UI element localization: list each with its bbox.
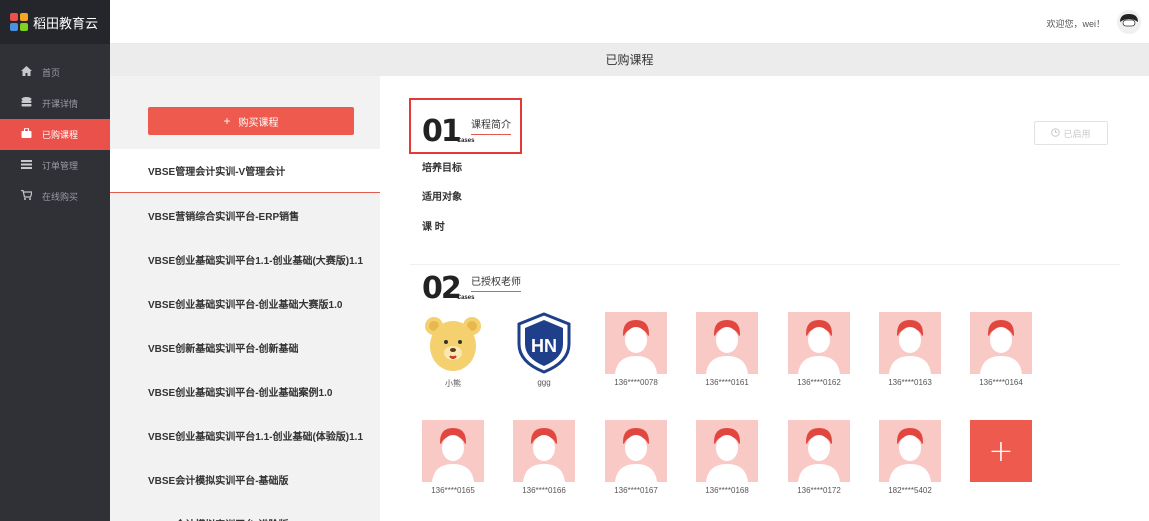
sidebar-item-label: 开课详情 bbox=[42, 99, 79, 109]
sidebar-item-label: 首页 bbox=[42, 68, 61, 78]
section-title-authorized-teachers: 已授权老师 bbox=[471, 273, 521, 292]
default-avatar-icon bbox=[788, 312, 850, 374]
teacher-name: 182****5402 bbox=[888, 486, 932, 495]
sidebar: 稻田教育云 首页 开课详情 已购课程 订单管理 在线购买 bbox=[0, 0, 110, 521]
plus-icon: + bbox=[223, 114, 231, 128]
buy-course-label: 购买课程 bbox=[238, 117, 279, 129]
course-item[interactable]: VBSE营销综合实训平台-ERP销售 bbox=[110, 193, 380, 237]
user-avatar[interactable] bbox=[1117, 10, 1141, 34]
sidebar-item-online-purchase[interactable]: 在线购买 bbox=[0, 181, 110, 212]
enabled-label: 已启用 bbox=[1063, 128, 1091, 139]
default-avatar-icon bbox=[422, 420, 484, 482]
teacher-card[interactable]: 136****0163 bbox=[879, 312, 941, 387]
course-item[interactable]: VBSE管理会计实训-V管理会计 bbox=[110, 149, 380, 193]
default-avatar-icon bbox=[696, 420, 758, 482]
default-avatar-icon bbox=[879, 420, 941, 482]
sidebar-item-course-details[interactable]: 开课详情 bbox=[0, 88, 110, 119]
university-logo-icon: HN bbox=[513, 312, 575, 374]
teacher-card[interactable]: 136****0162 bbox=[788, 312, 850, 387]
course-list-panel: + 购买课程 VBSE管理会计实训-V管理会计 VBSE营销综合实训平台-ERP… bbox=[110, 76, 380, 521]
teacher-name: 136****0167 bbox=[614, 486, 658, 495]
teacher-name: 136****0161 bbox=[705, 378, 749, 387]
teacher-card[interactable]: 136****0078 bbox=[605, 312, 667, 387]
teacher-card[interactable]: HN ggg bbox=[513, 312, 575, 387]
sidebar-item-label: 在线购买 bbox=[42, 192, 79, 202]
teacher-card[interactable]: 136****0161 bbox=[696, 312, 758, 387]
course-item[interactable]: VBSE会计模拟实训平台-进阶版 bbox=[110, 501, 380, 521]
teacher-name: 136****0078 bbox=[614, 378, 658, 387]
default-avatar-icon bbox=[970, 312, 1032, 374]
course-item[interactable]: VBSE会计模拟实训平台-基础版 bbox=[110, 457, 380, 501]
teacher-card[interactable]: 136****0166 bbox=[513, 420, 575, 495]
welcome-text: 欢迎您，wei！ bbox=[1046, 19, 1105, 29]
sidebar-item-order-management[interactable]: 订单管理 bbox=[0, 150, 110, 181]
teacher-name: 小熊 bbox=[445, 379, 461, 388]
sidebar-item-label: 已购课程 bbox=[42, 130, 79, 140]
label-training-goal: 培养目标 bbox=[422, 163, 462, 174]
default-avatar-icon bbox=[879, 312, 941, 374]
course-item[interactable]: VBSE创业基础实训平台1.1-创业基础(体验版)1.1 bbox=[110, 413, 380, 457]
teacher-name: 136****0168 bbox=[705, 486, 749, 495]
cart-icon bbox=[20, 189, 33, 203]
teacher-card[interactable]: 136****0167 bbox=[605, 420, 667, 495]
course-item[interactable]: VBSE创业基础实训平台-创业基础大赛版1.0 bbox=[110, 281, 380, 325]
section-divider bbox=[410, 264, 1120, 265]
course-item[interactable]: VBSE创业基础实训平台1.1-创业基础(大赛版)1.1 bbox=[110, 237, 380, 281]
teacher-name: 136****0172 bbox=[797, 486, 841, 495]
label-class-hours: 课 时 bbox=[422, 222, 445, 233]
course-item[interactable]: VBSE创新基础实训平台-创新基础 bbox=[110, 325, 380, 369]
section-number-01: 01 Cases bbox=[422, 114, 475, 149]
teacher-name: 136****0163 bbox=[888, 378, 932, 387]
teacher-name: 136****0166 bbox=[522, 486, 566, 495]
default-avatar-icon bbox=[605, 420, 667, 482]
app-name: 稻田教育云 bbox=[33, 15, 99, 31]
sidebar-item-label: 订单管理 bbox=[42, 161, 79, 171]
teacher-card[interactable]: 136****0164 bbox=[970, 312, 1032, 387]
default-avatar-icon bbox=[696, 312, 758, 374]
default-avatar-icon bbox=[513, 420, 575, 482]
top-header: 欢迎您，wei！ bbox=[110, 0, 1149, 44]
teacher-card[interactable]: 182****5402 bbox=[879, 420, 941, 495]
teacher-card[interactable]: 136****0165 bbox=[422, 420, 484, 495]
teacher-card[interactable]: 小熊 bbox=[422, 312, 484, 389]
clock-icon bbox=[1051, 127, 1061, 139]
teacher-card[interactable]: 136****0168 bbox=[696, 420, 758, 495]
svg-text:HN: HN bbox=[531, 336, 557, 356]
label-target-audience: 适用对象 bbox=[422, 192, 462, 203]
app-root: 稻田教育云 首页 开课详情 已购课程 订单管理 在线购买 欢迎您，wei！ 已购… bbox=[0, 0, 1149, 521]
database-icon bbox=[20, 97, 32, 110]
teacher-name: 136****0164 bbox=[979, 378, 1023, 387]
buy-course-button[interactable]: + 购买课程 bbox=[148, 107, 354, 135]
home-icon bbox=[20, 66, 32, 79]
teacher-name: 136****0162 bbox=[797, 378, 841, 387]
teacher-name: 136****0165 bbox=[431, 486, 475, 495]
enabled-button[interactable]: 已启用 bbox=[1034, 121, 1108, 145]
course-item[interactable]: VBSE创业基础实训平台-创业基础案例1.0 bbox=[110, 369, 380, 413]
page-title: 已购课程 bbox=[110, 44, 1149, 76]
add-teacher-button[interactable]: + bbox=[970, 420, 1032, 482]
logo-icon bbox=[10, 13, 28, 31]
section-number-02: 02 Cases bbox=[422, 271, 475, 306]
sidebar-item-purchased-courses[interactable]: 已购课程 bbox=[0, 119, 110, 150]
default-avatar-icon bbox=[788, 420, 850, 482]
bag-icon bbox=[20, 127, 32, 141]
sidebar-item-home[interactable]: 首页 bbox=[0, 57, 110, 88]
teacher-name: ggg bbox=[537, 378, 551, 387]
bear-avatar-icon bbox=[422, 312, 484, 374]
course-detail-panel: 01 Cases 课程简介 培养目标 适用对象 课 时 已启用 02 Cases… bbox=[380, 76, 1149, 521]
settings-icon bbox=[20, 159, 32, 172]
default-avatar-icon bbox=[605, 312, 667, 374]
course-list: VBSE管理会计实训-V管理会计 VBSE营销综合实训平台-ERP销售 VBSE… bbox=[110, 149, 380, 521]
teacher-card[interactable]: 136****0172 bbox=[788, 420, 850, 495]
section-title-course-intro: 课程简介 bbox=[471, 116, 511, 135]
logo[interactable]: 稻田教育云 bbox=[0, 0, 110, 44]
